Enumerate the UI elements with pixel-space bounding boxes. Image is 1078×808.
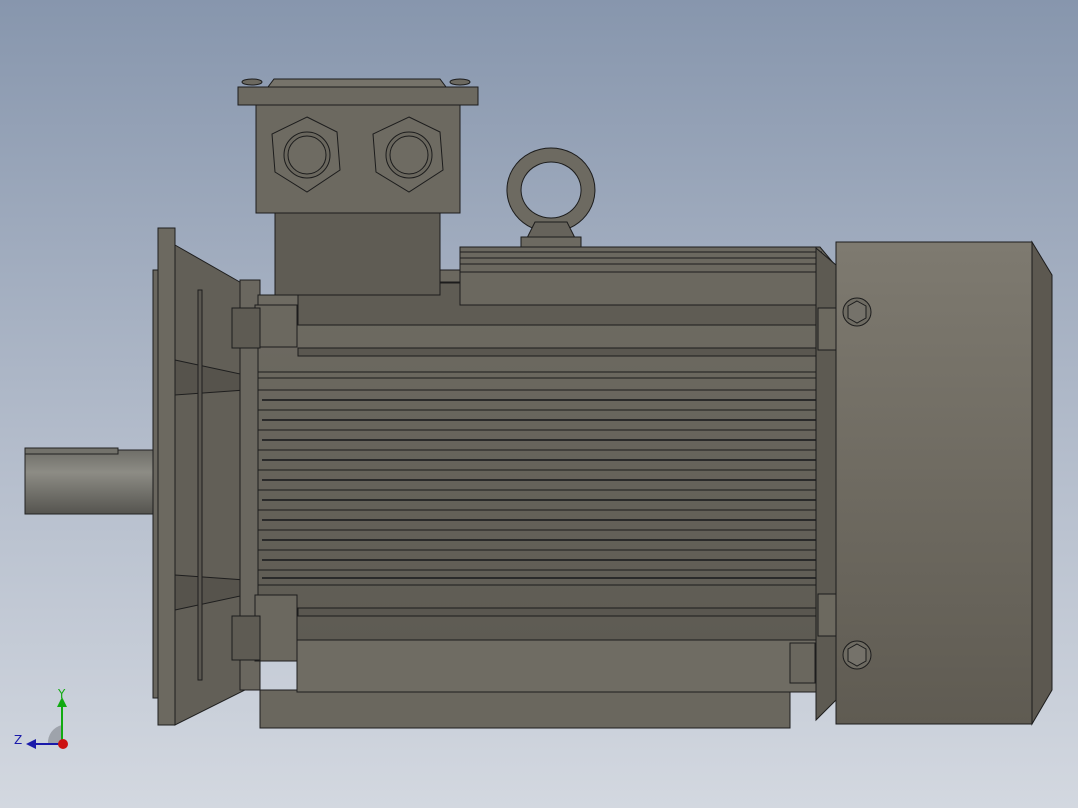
output-shaft[interactable] bbox=[24, 447, 161, 515]
electric-motor-model[interactable] bbox=[0, 0, 1078, 808]
z-axis-arrow-icon bbox=[26, 739, 36, 749]
fixing-bolt-bottom[interactable] bbox=[842, 640, 872, 670]
terminal-box[interactable] bbox=[237, 78, 479, 296]
z-axis-label: Z bbox=[14, 733, 22, 747]
cad-viewport[interactable]: Y Z bbox=[0, 0, 1078, 808]
coordinate-triad: Y Z bbox=[14, 687, 68, 749]
fixing-bolt-top[interactable] bbox=[842, 297, 872, 327]
lifting-eye-bolt[interactable] bbox=[506, 147, 596, 248]
x-axis-dot-icon bbox=[58, 739, 68, 749]
y-axis-label: Y bbox=[57, 687, 66, 701]
